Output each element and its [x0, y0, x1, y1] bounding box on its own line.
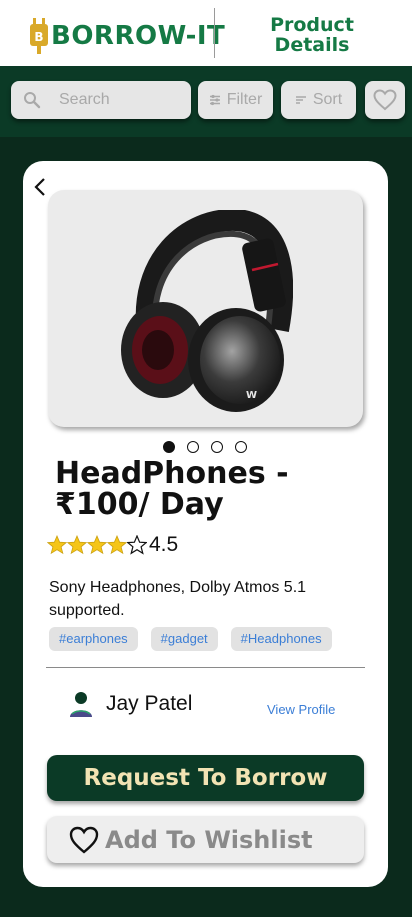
- back-arrow-icon[interactable]: [31, 177, 49, 197]
- brand-logo[interactable]: B BORROW-IT: [29, 18, 225, 54]
- star-filled-icon: [67, 535, 87, 555]
- svg-text:B: B: [34, 30, 43, 44]
- divider: [46, 667, 365, 668]
- heart-outline-icon: [69, 826, 99, 854]
- add-to-wishlist-button[interactable]: Add To Wishlist: [47, 816, 364, 863]
- carousel-dot-2[interactable]: [187, 441, 199, 453]
- filter-button[interactable]: Filter: [198, 81, 273, 119]
- carousel-dot-3[interactable]: [211, 441, 223, 453]
- search-icon: [24, 92, 41, 109]
- brand-name: BORROW-IT: [51, 21, 226, 51]
- tag-list: #earphones #gadget #Headphones: [49, 627, 332, 651]
- star-filled-icon: [87, 535, 107, 555]
- product-title: HeadPhones - ₹100/ Day: [55, 456, 289, 522]
- star-filled-icon: [107, 535, 127, 555]
- page-title: Product Details: [270, 14, 354, 56]
- header-divider: [214, 8, 215, 58]
- carousel-dots: [163, 441, 247, 453]
- owner-name: Jay Patel: [106, 692, 193, 715]
- view-profile-link[interactable]: View Profile: [267, 702, 335, 717]
- sort-label: Sort: [312, 91, 343, 108]
- carousel-dot-1[interactable]: [163, 441, 175, 453]
- star-filled-icon: [47, 535, 67, 555]
- svg-text:W: W: [246, 390, 257, 401]
- search-input[interactable]: Search: [11, 81, 191, 119]
- wishlist-label: Add To Wishlist: [105, 825, 313, 854]
- tag-chip[interactable]: #gadget: [150, 627, 218, 651]
- product-description: Sony Headphones, Dolby Atmos 5.1 support…: [49, 579, 307, 619]
- carousel-dot-4[interactable]: [235, 441, 247, 453]
- tag-chip[interactable]: #earphones: [49, 627, 138, 651]
- sort-button[interactable]: Sort: [281, 81, 356, 119]
- app-header: B BORROW-IT Product Details: [0, 0, 412, 66]
- tag-chip[interactable]: #Headphones: [230, 627, 332, 651]
- search-placeholder: Search: [59, 91, 110, 108]
- wishlist-toolbar-button[interactable]: [365, 81, 405, 119]
- product-image-frame[interactable]: W: [48, 190, 363, 427]
- product-rating: 4.5: [47, 533, 178, 557]
- rating-value: 4.5: [149, 533, 179, 556]
- heart-icon: [373, 89, 397, 111]
- plug-icon: B: [30, 18, 48, 54]
- sliders-icon: [209, 94, 220, 106]
- star-empty-icon: [127, 535, 147, 555]
- owner-info: Jay Patel: [68, 690, 192, 718]
- request-to-borrow-button[interactable]: Request To Borrow: [47, 755, 364, 801]
- avatar-icon: [70, 692, 92, 717]
- sort-icon: [295, 96, 306, 104]
- headphones-image: W: [121, 210, 293, 412]
- filter-label: Filter: [226, 91, 263, 108]
- product-card: W HeadPhones - ₹100/ Day 4.5 Sony Headph…: [23, 161, 388, 887]
- toolbar: Search Filter Sort: [0, 66, 412, 137]
